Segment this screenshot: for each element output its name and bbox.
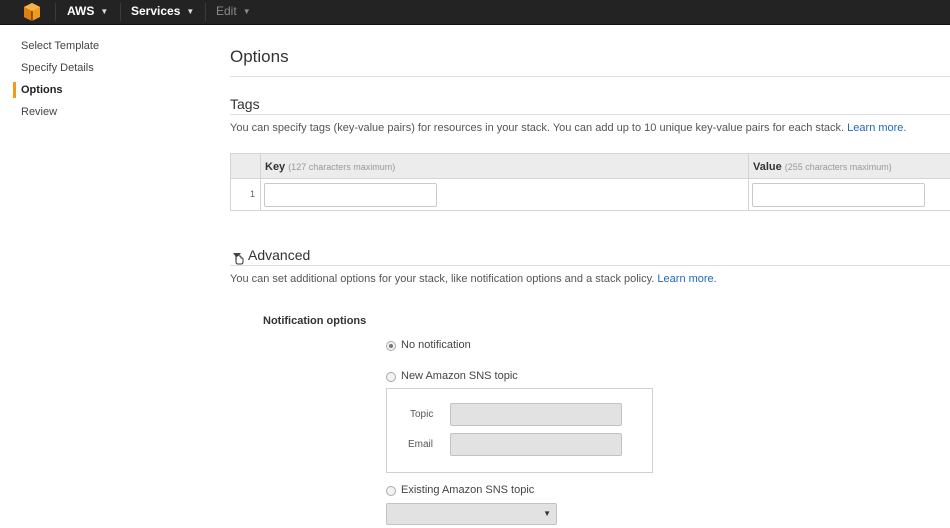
value-column-header: Value (255 characters maximum) xyxy=(753,161,892,173)
new-sns-topic-fields: Topic Email xyxy=(386,388,653,473)
new-sns-topic-radio[interactable] xyxy=(386,372,396,382)
advanced-description: You can set additional options for your … xyxy=(230,273,717,285)
step-options[interactable]: Options xyxy=(21,84,63,96)
existing-sns-topic-label: Existing Amazon SNS topic xyxy=(401,484,535,496)
value-header-label: Value xyxy=(753,161,782,173)
chevron-down-icon: ▼ xyxy=(242,7,251,16)
divider xyxy=(230,265,950,266)
advanced-learn-more-link[interactable]: Learn more. xyxy=(657,273,716,285)
aws-cube-logo-icon[interactable] xyxy=(22,2,42,22)
step-specify-details[interactable]: Specify Details xyxy=(21,62,94,74)
divider xyxy=(230,114,950,115)
services-menu-label: Services xyxy=(131,4,181,18)
tag-value-input[interactable] xyxy=(752,183,925,207)
chevron-down-icon: ▼ xyxy=(186,7,195,16)
email-label: Email xyxy=(408,439,434,450)
topic-label: Topic xyxy=(410,409,434,420)
page-title: Options xyxy=(230,47,289,66)
tag-key-input[interactable] xyxy=(264,183,437,207)
nav-divider xyxy=(55,3,56,21)
step-review[interactable]: Review xyxy=(21,106,57,118)
tags-description: You can specify tags (key-value pairs) f… xyxy=(230,122,906,134)
existing-sns-topic-radio[interactable] xyxy=(386,486,396,496)
collapse-toggle-icon[interactable] xyxy=(231,250,245,266)
key-header-hint: (127 characters maximum) xyxy=(288,162,396,172)
column-divider xyxy=(260,154,261,211)
services-menu[interactable]: Services ▼ xyxy=(131,0,194,25)
column-divider xyxy=(748,154,749,211)
aws-menu[interactable]: AWS ▼ xyxy=(67,0,108,25)
aws-menu-label: AWS xyxy=(67,4,95,18)
existing-sns-topic-select[interactable]: ▼ xyxy=(386,503,557,525)
notification-options-label: Notification options xyxy=(263,315,367,327)
tags-section-title: Tags xyxy=(230,96,260,112)
edit-menu-label: Edit xyxy=(216,4,237,18)
table-row-number: 1 xyxy=(250,189,256,199)
no-notification-label: No notification xyxy=(401,339,471,351)
advanced-description-text: You can set additional options for your … xyxy=(230,273,655,285)
nav-divider xyxy=(120,3,121,21)
tags-description-text: You can specify tags (key-value pairs) f… xyxy=(230,122,845,134)
email-input[interactable] xyxy=(450,433,622,456)
nav-divider xyxy=(205,3,206,21)
tags-table-header: Key (127 characters maximum) Value (255 ch… xyxy=(231,154,950,179)
topic-input[interactable] xyxy=(450,403,622,426)
no-notification-radio[interactable] xyxy=(386,341,396,351)
advanced-section-title[interactable]: Advanced xyxy=(248,247,310,263)
new-sns-topic-label: New Amazon SNS topic xyxy=(401,370,518,382)
key-header-label: Key xyxy=(265,161,286,173)
edit-menu[interactable]: Edit ▼ xyxy=(216,0,251,25)
wizard-steps-sidebar: Select Template Specify Details Options … xyxy=(0,25,200,528)
divider xyxy=(230,76,950,77)
key-column-header: Key (127 characters maximum) xyxy=(265,161,395,173)
chevron-down-icon: ▼ xyxy=(100,7,109,16)
active-step-indicator xyxy=(13,82,16,98)
value-header-hint: (255 characters maximum) xyxy=(784,162,892,172)
tags-table: Key (127 characters maximum) Value (255 ch… xyxy=(230,153,950,211)
dropdown-arrow-icon: ▼ xyxy=(543,509,551,518)
step-select-template[interactable]: Select Template xyxy=(21,40,99,52)
top-nav-bar: AWS ▼ Services ▼ Edit ▼ xyxy=(0,0,950,25)
tags-learn-more-link[interactable]: Learn more. xyxy=(847,122,906,134)
